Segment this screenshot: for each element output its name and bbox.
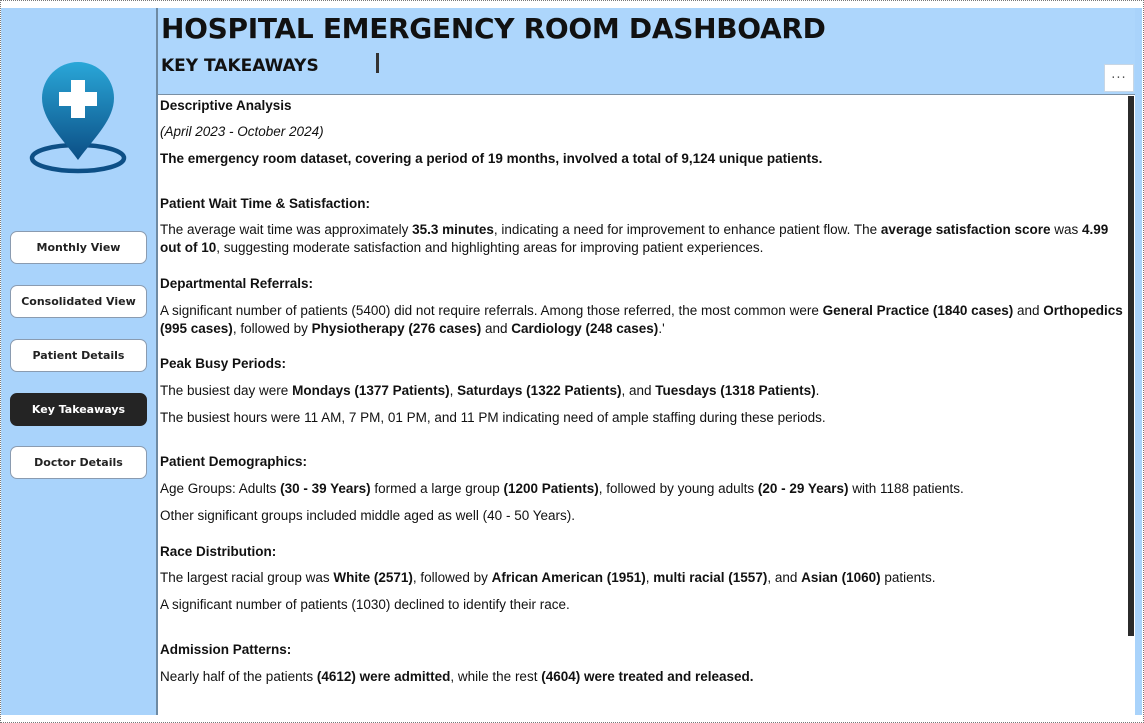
page-title: HOSPITAL EMERGENCY ROOM DASHBOARD (161, 12, 826, 45)
other-age-groups: Other significant groups included middle… (160, 508, 575, 523)
nav-doctor-details[interactable]: Doctor Details (10, 446, 147, 479)
heading-admission-patterns: Admission Patterns: (160, 642, 292, 657)
heading-race-distribution: Race Distribution: (160, 544, 277, 559)
right-border-strip (1135, 8, 1142, 715)
admission-paragraph: Nearly half of the patients (4612) were … (160, 669, 754, 684)
nav-patient-details[interactable]: Patient Details (10, 339, 147, 372)
more-options-button[interactable]: ··· (1104, 64, 1134, 92)
page-subtitle: KEY TAKEAWAYS (161, 56, 319, 76)
hospital-location-pin-icon (29, 62, 127, 174)
heading-wait-satisfaction: Patient Wait Time & Satisfaction: (160, 196, 371, 211)
header: HOSPITAL EMERGENCY ROOM DASHBOARD KEY TA… (158, 8, 1135, 95)
heading-peak-busy-periods: Peak Busy Periods: (160, 356, 287, 371)
heading-descriptive-analysis: Descriptive Analysis (160, 98, 292, 113)
content-scrollbar[interactable] (1128, 96, 1134, 636)
busiest-hours: The busiest hours were 11 AM, 7 PM, 01 P… (160, 410, 826, 425)
dataset-summary: The emergency room dataset, covering a p… (160, 151, 823, 166)
heading-departmental-referrals: Departmental Referrals: (160, 276, 314, 291)
age-groups: Age Groups: Adults (30 - 39 Years) forme… (160, 481, 964, 496)
text-cursor (376, 53, 379, 73)
nav-consolidated-view[interactable]: Consolidated View (10, 285, 147, 318)
sidebar: Monthly View Consolidated View Patient D… (1, 8, 156, 715)
referrals-paragraph: A significant number of patients (5400) … (160, 303, 1123, 336)
race-groups: The largest racial group was White (2571… (160, 570, 936, 585)
race-declined: A significant number of patients (1030) … (160, 597, 570, 612)
period-range: (April 2023 - October 2024) (160, 124, 324, 139)
sidebar-divider (156, 8, 158, 715)
takeaways-text-box[interactable]: Descriptive Analysis (April 2023 - Octob… (159, 96, 1129, 715)
busiest-days: The busiest day were Mondays (1377 Patie… (160, 383, 820, 398)
nav-monthly-view[interactable]: Monthly View (10, 231, 147, 264)
heading-patient-demographics: Patient Demographics: (160, 454, 308, 469)
nav-key-takeaways[interactable]: Key Takeaways (10, 393, 147, 426)
wait-satisfaction-paragraph: The average wait time was approximately … (160, 222, 1109, 255)
